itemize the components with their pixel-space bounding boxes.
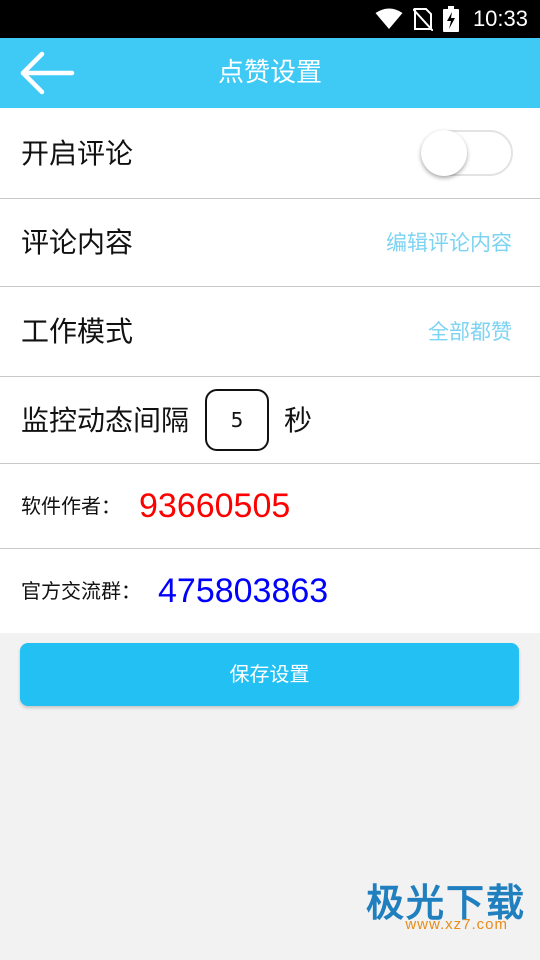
setting-work-mode: 工作模式 全部都赞 [0,287,540,377]
author-label: 软件作者： [21,494,121,518]
wifi-icon [375,8,403,29]
work-mode-label: 工作模式 [21,315,134,348]
author-value: 93660505 [139,487,291,525]
setting-monitor-interval: 监控动态间隔 5 秒 [0,377,540,464]
status-time: 10:33 [472,6,528,31]
setting-enable-comment: 开启评论 [0,108,540,199]
comment-content-label: 评论内容 [21,226,134,259]
settings-list: 开启评论 评论内容 编辑评论内容 工作模式 全部都赞 监控动态间隔 5 秒 软件… [0,108,540,633]
back-button[interactable] [18,50,76,96]
edit-comment-link[interactable]: 编辑评论内容 [386,199,512,287]
toggle-knob [421,130,467,176]
save-settings-button[interactable]: 保存设置 [20,643,519,706]
setting-comment-content: 评论内容 编辑评论内容 [0,199,540,287]
group-value: 475803863 [158,572,329,610]
app-bar: 点赞设置 [0,38,540,108]
status-bar: 10:33 [0,0,540,38]
monitor-interval-label: 监控动态间隔 [21,404,190,437]
interval-unit: 秒 [284,404,313,437]
watermark-url: www.xz7.com [405,916,508,933]
no-sim-icon [412,8,433,31]
status-icons: 10:33 [375,0,528,38]
enable-comment-toggle[interactable] [421,130,513,176]
battery-charging-icon [442,6,459,32]
group-label: 官方交流群： [21,579,141,603]
enable-comment-label: 开启评论 [21,137,134,170]
info-author: 软件作者： 93660505 [0,464,540,549]
page-title: 点赞设置 [217,58,322,88]
interval-input[interactable]: 5 [205,389,269,451]
info-group: 官方交流群： 475803863 [0,549,540,633]
work-mode-selector[interactable]: 全部都赞 [428,287,512,377]
watermark-logo: 极光下载 www.xz7.com [356,872,526,938]
arrow-left-icon [20,51,75,95]
